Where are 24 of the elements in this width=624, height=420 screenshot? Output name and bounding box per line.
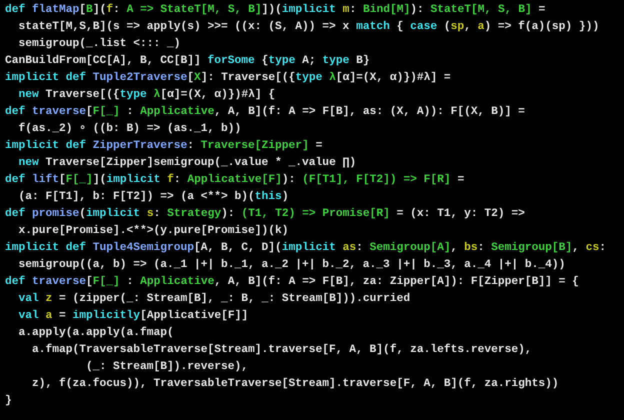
code-line: } [5, 394, 13, 409]
code-line: f(as._2) ∘ ((b: B) => (as._1, b)) [18, 122, 242, 137]
code-line: def promise(implicit s: Strategy): (T1, T2) => Promise[R] = (x: T1, y: T2) => [5, 206, 526, 222]
code-line: (_: Stream[B]).reverse), [85, 360, 250, 375]
code-line: new Traverse[Zipper]semigroup(_.value * _.value ∏) [18, 156, 358, 171]
code-line: semigroup(_.list <::: _) [18, 36, 182, 52]
code-line: implicit def Tuple4Semigroup[A, B, C, D](implicit as: Semigroup[A], bs: Semigroup[B], cs: [5, 240, 607, 256]
code-line: val a = implicitly[Applicative[F]] [18, 308, 250, 324]
code-line: def flatMap[B](f: A => StateT[M, S, B]])(implicit m: Bind[M]): StateT[M, S, B] = [5, 2, 546, 18]
code-line: stateT[M,S,B](s => apply(s) >>= ((x: (S, A)) => x match { case (sp, a) => f(a)(sp) })) [18, 20, 600, 35]
code-line: CanBuildFrom[CC[A], B, CC[B]] forSome {type A; type B} [5, 54, 371, 69]
code-line: a.apply(a.apply(a.fmap( [18, 326, 175, 341]
code-line: z), f(za.focus)), TraversableTraverse[Stream].traverse[F, A, B](f, za.rights)) [31, 376, 560, 392]
code-line: val z = (zipper(_: Stream[B], _: B, _: Stream[B])).curried [18, 292, 412, 307]
code-line: a.fmap(TraversableTraverse[Stream].traverse[F, A, B](f, za.lefts.reverse), [31, 342, 533, 358]
code-line: implicit def Tuple2Traverse[X]: Traverse[({type λ[α]=(X, α)})#λ] = [5, 70, 452, 86]
code-line: def traverse[F[_] : Applicative, A, B](f: A => F[B], za: Zipper[A]): F[Zipper[B]] = { [5, 274, 580, 290]
code-line: def lift[F[_]](implicit f: Applicative[F]): (F[T1], F[T2]) => F[R] = [5, 172, 466, 188]
code-line: new Traverse[({type λ[α]=(X, α)})#λ] { [18, 88, 276, 103]
code-line: semigroup((a, b) => (a._1 |+| b._1, a._2 |+| b._2, a._3 |+| b._3, a._4 |+| b._4)) [18, 258, 566, 273]
code-line: x.pure[Promise].<**>(y.pure[Promise])(k) [18, 224, 290, 239]
code-line: (a: F[T1], b: F[T2]) => (a <**> b)(this) [18, 190, 290, 205]
code-line: def traverse[F[_] : Applicative, A, B](f: A => F[B], as: (X, A)): F[(X, B)] = [5, 104, 526, 120]
code-line: implicit def ZipperTraverse: Traverse[Zipper] = [5, 138, 324, 154]
